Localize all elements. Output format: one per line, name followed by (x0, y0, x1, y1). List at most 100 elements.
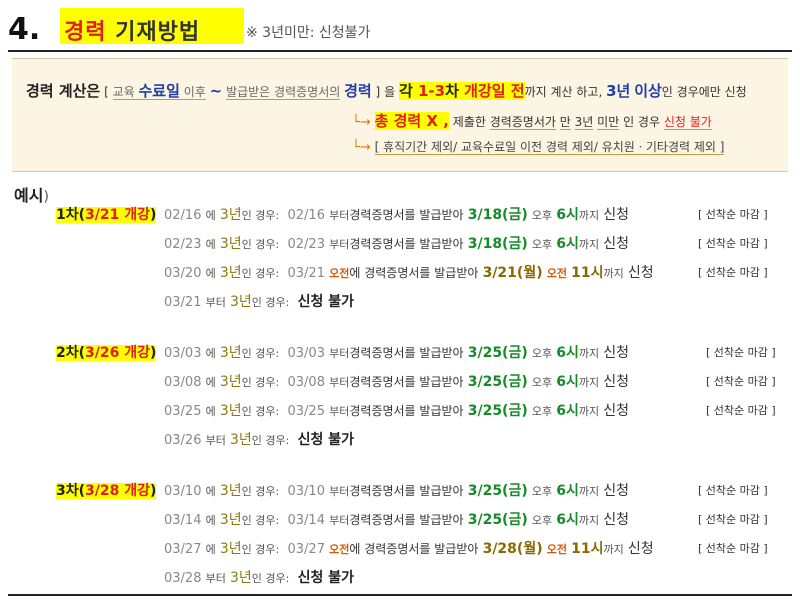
each-text: 각 (398, 82, 413, 100)
not-allowed-text: 신청 불가 (297, 570, 355, 586)
deadline-date-text: 3/25(금) (467, 403, 528, 419)
example-row: 03/27 에 3년인 경우: 03/27 오전에 경력증명서를 발급받아 3/… (164, 541, 654, 557)
date-text: 02/23 (164, 237, 202, 252)
deadline-date-text: 3/25(금) (467, 512, 528, 528)
first-come-tag: [ 선착순 마감 ] (698, 484, 768, 497)
deadline-time-text: 6시 (556, 512, 579, 528)
issued-text: 발급받은 경력증명서의 (226, 85, 341, 100)
tilde: ~ (209, 82, 223, 100)
lead-text: 경력 계산은 (26, 82, 101, 100)
example-row-not-allowed: 03/28 부터 3년인 경우: 신청 불가 (164, 570, 355, 586)
deadline-time-text: 6시 (556, 483, 579, 499)
example-row: 03/20 에 3년인 경우: 03/21 오전에 경력증명서를 발급받아 3/… (164, 265, 654, 281)
first-come-tag: [ 선착순 마감 ] (706, 346, 776, 359)
date-text: 03/25 (164, 404, 202, 419)
exclusion-text: [ 휴직기간 제외/ 교육수료일 이전 경력 제외/ 유치원ㆍ기타경력 제외 ] (374, 140, 725, 155)
full-text: 만 (559, 115, 571, 130)
not-allowed-text: 신청 불가 (663, 115, 712, 130)
apply-text: 신청 (627, 265, 654, 281)
deadline-date-text: 3/18(금) (467, 207, 528, 223)
career-text: 경력 (344, 82, 372, 100)
tail1-text: 까지 계산 하고, (524, 85, 603, 99)
bracket-close: ] (375, 85, 381, 99)
date-text: 03/14 (164, 513, 202, 528)
date-text: 03/28 (164, 571, 202, 586)
apply-text: 신청 (603, 345, 630, 361)
date-text: 03/20 (164, 266, 202, 281)
example-row: 02/16 에 3년인 경우: 02/16 부터경력증명서를 발급받아 3/18… (164, 207, 630, 223)
first-come-tag: [ 선착순 마감 ] (698, 266, 768, 279)
years-text: 3년 (219, 345, 242, 361)
example-row: 03/10 에 3년인 경우: 03/10 부터경력증명서를 발급받아 3/25… (164, 483, 630, 499)
above-text: 이상 (634, 82, 662, 100)
years-text: 3년 (219, 541, 242, 557)
section-number: 4. (8, 12, 41, 47)
deadline-time-text: 11시 (571, 265, 604, 281)
explanation-main-line: 경력 계산은 [ 교육 수료일 이후 ~ 발급받은 경력증명서의 경력 ] 을 … (26, 80, 747, 101)
apply-text: 신청 (627, 541, 654, 557)
cha-text: 차 (445, 82, 459, 100)
example-row: 03/03 에 3년인 경우: 03/03 부터경력증명서를 발급받아 3/25… (164, 345, 630, 361)
group-heading: 3차(3/28 개강) (56, 483, 157, 499)
apply-text: 신청 (603, 483, 630, 499)
deadline-date-text: 3/28(월) (482, 541, 543, 557)
example-row-not-allowed: 03/26 부터 3년인 경우: 신청 불가 (164, 432, 355, 448)
range-text: 1-3 (417, 82, 446, 100)
three-years-sub-text: 3년 (574, 115, 594, 130)
deadline-date-text: 3/18(금) (467, 236, 528, 252)
date-text: 03/08 (164, 375, 202, 390)
bracket-open: [ (104, 85, 109, 99)
deadline-time-text: 6시 (556, 207, 579, 223)
explanation-sub-line-1: └→ 총 경력 X , 제출한 경력증명서가 만 3년 미만 인 경우 신청 불… (352, 110, 712, 131)
edu-text: 교육 (112, 85, 135, 99)
deadline-time-text: 6시 (556, 403, 579, 419)
not-allowed-text: 신청 불가 (297, 294, 355, 310)
title-method: 기재방법 (115, 20, 201, 45)
date-text: 03/21 (164, 295, 202, 310)
first-come-tag: [ 선착순 마감 ] (706, 404, 776, 417)
years-text: 3년 (219, 207, 242, 223)
bottom-divider (8, 594, 792, 596)
title-career: 경력 (64, 20, 107, 45)
first-come-tag: [ 선착순 마감 ] (698, 513, 768, 526)
example-row: 03/08 에 3년인 경우: 03/08 부터경력증명서를 발급받아 3/25… (164, 374, 630, 390)
open-date-text: 개강일 (464, 82, 506, 100)
start-date-text: 03/10 (287, 484, 325, 499)
years-text: 3년 (219, 374, 242, 390)
completion-date-text: 수료일 (138, 82, 180, 100)
example-row-not-allowed: 03/21 부터 3년인 경우: 신청 불가 (164, 294, 355, 310)
submitted-text: 제출한 (452, 115, 486, 129)
apply-text: 신청 (603, 207, 630, 223)
date-text: 03/27 (164, 542, 202, 557)
date-text: 03/03 (164, 346, 202, 361)
deadline-time-text: 6시 (556, 345, 579, 361)
years-text: 3년 (219, 236, 242, 252)
examples-title: 예시) (14, 186, 49, 205)
start-date-text: 02/16 (287, 208, 325, 223)
start-date-text: 03/08 (287, 375, 325, 390)
not-allowed-text: 신청 불가 (297, 432, 355, 448)
apply-text: 신청 (603, 403, 630, 419)
deadline-date-text: 3/25(금) (467, 345, 528, 361)
turn-arrow-icon: └→ (352, 115, 371, 130)
start-date-text: 03/21 (287, 266, 325, 281)
years-text: 3년 (219, 265, 242, 281)
first-come-tag: [ 선착순 마감 ] (706, 375, 776, 388)
years-text: 3년 (219, 483, 242, 499)
certificate-text: 경력증명서가 (489, 115, 556, 130)
case-text: 인 경우 (623, 115, 661, 129)
after-text: 이후 (183, 85, 206, 99)
start-date-text: 03/25 (287, 404, 325, 419)
explanation-sub-line-2: └→ [ 휴직기간 제외/ 교육수료일 이전 경력 제외/ 유치원ㆍ기타경력 제… (352, 138, 725, 155)
apply-text: 신청 (603, 236, 630, 252)
example-row: 03/25 에 3년인 경우: 03/25 부터경력증명서를 발급받아 3/25… (164, 403, 630, 419)
date-text: 02/16 (164, 208, 202, 223)
top-divider (8, 50, 792, 52)
deadline-time-text: 11시 (571, 541, 604, 557)
start-date-text: 03/03 (287, 346, 325, 361)
first-come-tag: [ 선착순 마감 ] (698, 237, 768, 250)
total-career-text: 총 경력 X , (374, 112, 449, 130)
three-years-text: 3년 (606, 82, 631, 100)
apply-text: 신청 (603, 512, 630, 528)
first-come-tag: [ 선착순 마감 ] (698, 208, 768, 221)
